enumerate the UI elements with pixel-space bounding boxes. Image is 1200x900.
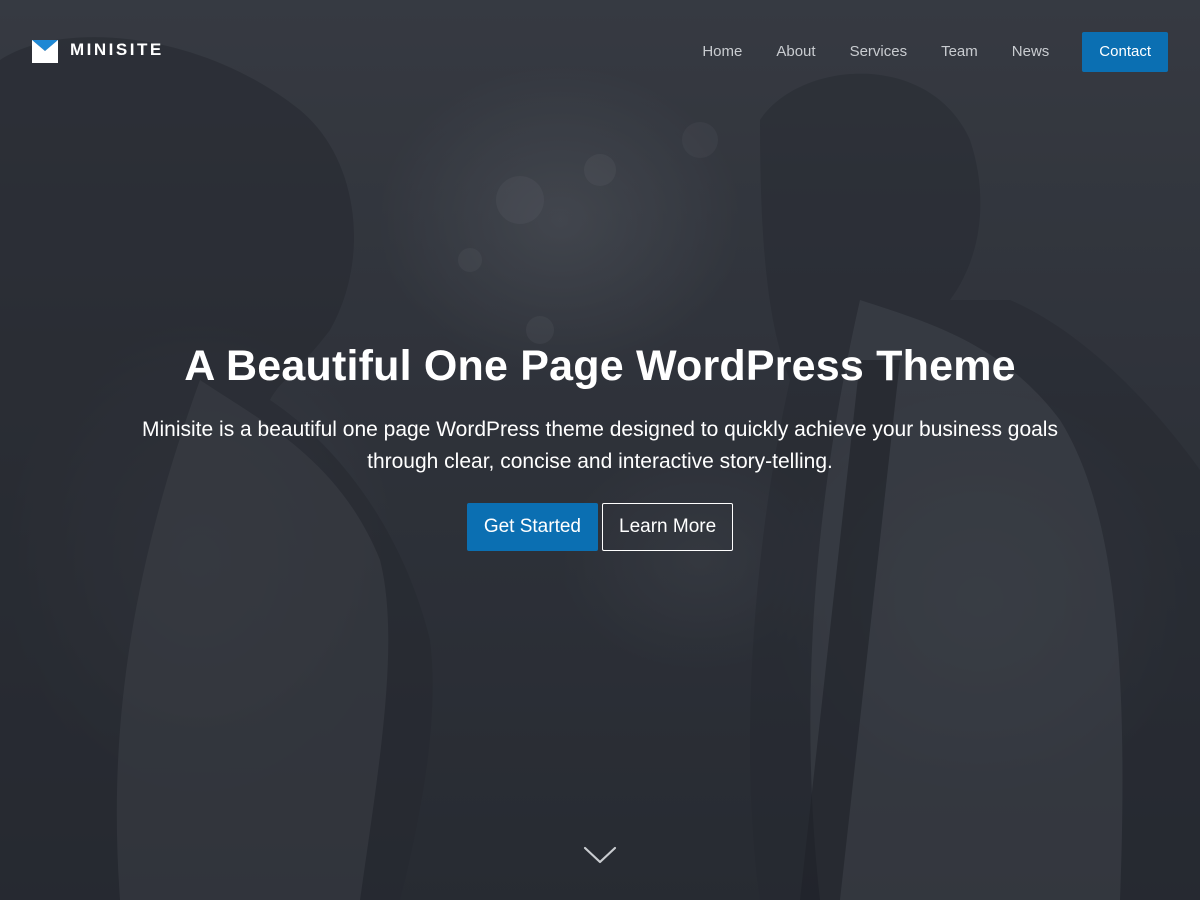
site-logo[interactable]: MINISITE xyxy=(32,37,164,63)
nav-item-about[interactable]: About xyxy=(776,32,815,72)
nav-item-services[interactable]: Services xyxy=(850,32,908,72)
hero-section: A Beautiful One Page WordPress Theme Min… xyxy=(0,338,1200,551)
chevron-down-icon[interactable] xyxy=(583,845,617,865)
site-header: MINISITE Home About Services Team News C… xyxy=(0,0,1200,100)
brand-name: MINISITE xyxy=(70,40,164,59)
hero-subtitle: Minisite is a beautiful one page WordPre… xyxy=(142,418,1058,473)
minisite-logo-icon xyxy=(32,40,58,63)
hero-buttons: Get Started Learn More xyxy=(0,503,1200,551)
learn-more-button[interactable]: Learn More xyxy=(602,503,734,551)
get-started-button[interactable]: Get Started xyxy=(466,503,598,551)
main-nav: Home About Services Team News Contact xyxy=(702,32,1168,72)
contact-button[interactable]: Contact xyxy=(1082,32,1168,72)
nav-item-home[interactable]: Home xyxy=(702,32,742,72)
nav-item-news[interactable]: News xyxy=(1012,32,1050,72)
hero-title: A Beautiful One Page WordPress Theme xyxy=(184,342,1016,390)
nav-item-team[interactable]: Team xyxy=(941,32,978,72)
